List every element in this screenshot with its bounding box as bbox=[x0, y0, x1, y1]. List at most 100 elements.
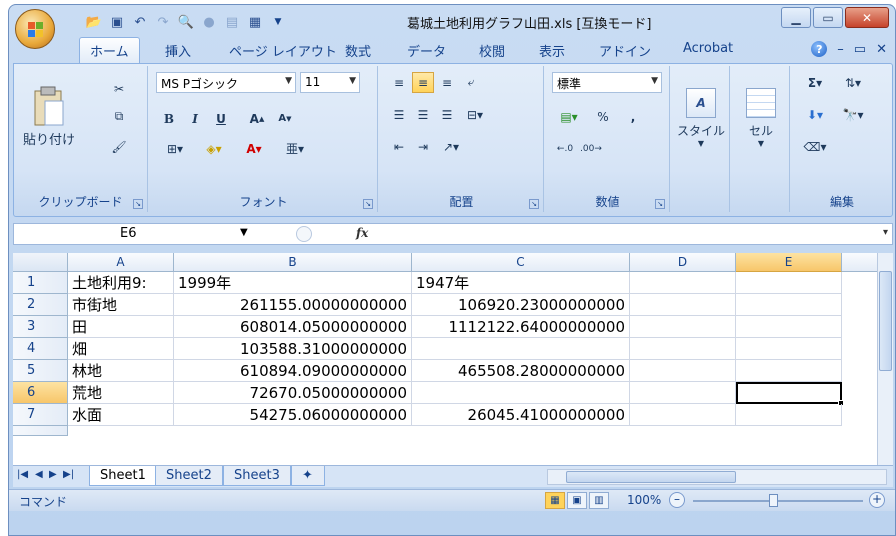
cell-c1[interactable]: 1947年 bbox=[412, 272, 630, 294]
row-header[interactable]: 6 bbox=[13, 382, 68, 404]
ribbon-restore-icon[interactable]: ▭ bbox=[854, 42, 866, 57]
zoom-slider-knob[interactable] bbox=[769, 494, 778, 507]
page-layout-view-icon[interactable]: ▣ bbox=[567, 492, 587, 509]
cell-c4[interactable] bbox=[412, 338, 630, 360]
open-folder-icon[interactable]: 📂 bbox=[85, 13, 103, 31]
cell-e3[interactable] bbox=[736, 316, 842, 338]
column-header-b[interactable]: B bbox=[174, 253, 412, 272]
cell-a3[interactable]: 田 bbox=[68, 316, 174, 338]
increase-decimal-icon[interactable]: ←.0 bbox=[554, 138, 576, 159]
cell-b5[interactable]: 610894.09000000000 bbox=[174, 360, 412, 382]
cell-b4[interactable]: 103588.31000000000 bbox=[174, 338, 412, 360]
tab-home[interactable]: ホーム bbox=[79, 37, 140, 63]
tab-formulas[interactable]: 数式 bbox=[345, 41, 371, 60]
tab-insert[interactable]: 挿入 bbox=[165, 41, 191, 60]
tab-data[interactable]: データ bbox=[407, 41, 446, 60]
cell-e2[interactable] bbox=[736, 294, 842, 316]
cell-d7[interactable] bbox=[630, 404, 736, 426]
minimize-button[interactable]: ▁ bbox=[781, 7, 811, 28]
formula-input[interactable] bbox=[384, 225, 864, 243]
column-header-d[interactable]: D bbox=[630, 253, 736, 272]
page-break-view-icon[interactable]: ▥ bbox=[589, 492, 609, 509]
font-name-select[interactable]: MS Pゴシック ▼ bbox=[156, 72, 296, 93]
align-middle-icon[interactable]: ≡ bbox=[412, 72, 434, 93]
record-icon[interactable]: ● bbox=[200, 13, 218, 31]
insert-sheet-icon[interactable]: ✦ bbox=[291, 466, 325, 486]
alignment-launcher-icon[interactable]: ↘ bbox=[529, 199, 539, 209]
print-icon[interactable]: ▤ bbox=[223, 13, 241, 31]
horizontal-scroll-thumb[interactable] bbox=[566, 471, 736, 483]
fill-color-icon[interactable]: ◈▾ bbox=[196, 138, 232, 159]
decrease-font-icon[interactable]: A ▼ bbox=[274, 108, 296, 129]
expand-formula-icon[interactable]: ▾ bbox=[883, 227, 888, 238]
undo-icon[interactable]: ↶ bbox=[131, 13, 149, 31]
align-bottom-icon[interactable]: ≡ bbox=[436, 72, 458, 93]
cell-b3[interactable]: 608014.05000000000 bbox=[174, 316, 412, 338]
sort-filter-icon[interactable]: ⇅▾ bbox=[836, 72, 870, 93]
row-header[interactable]: 5 bbox=[13, 360, 68, 382]
first-sheet-icon[interactable]: |◀ bbox=[17, 469, 28, 480]
paste-button[interactable]: 貼り付け bbox=[20, 70, 78, 162]
sheet-tab-1[interactable]: Sheet1 bbox=[89, 466, 157, 486]
tab-view[interactable]: 表示 bbox=[539, 41, 565, 60]
clear-icon[interactable]: ⌫▾ bbox=[798, 136, 832, 157]
cells-button[interactable]: セル ▼ bbox=[734, 72, 788, 164]
copy-icon[interactable]: ⧉ bbox=[108, 106, 130, 127]
row-header[interactable]: 1 bbox=[13, 272, 68, 294]
cell-d1[interactable] bbox=[630, 272, 736, 294]
cell-b2[interactable]: 261155.00000000000 bbox=[174, 294, 412, 316]
cell-b1[interactable]: 1999年 bbox=[174, 272, 412, 294]
cell-a6[interactable]: 荒地 bbox=[68, 382, 174, 404]
vertical-scroll-thumb[interactable] bbox=[879, 271, 892, 371]
format-painter-icon[interactable]: 🖌 bbox=[108, 136, 130, 157]
zoom-slider[interactable] bbox=[693, 500, 863, 502]
font-size-select[interactable]: 11 ▼ bbox=[300, 72, 360, 93]
align-right-icon[interactable]: ☰ bbox=[436, 104, 458, 125]
accounting-format-icon[interactable]: ▤▾ bbox=[554, 106, 584, 127]
bold-button[interactable]: B bbox=[158, 108, 180, 129]
prev-sheet-icon[interactable]: ◀ bbox=[35, 469, 43, 480]
row-header[interactable]: 3 bbox=[13, 316, 68, 338]
zoom-out-icon[interactable]: – bbox=[669, 492, 685, 508]
cell-d5[interactable] bbox=[630, 360, 736, 382]
ribbon-minimize-icon[interactable]: – bbox=[837, 42, 844, 57]
decrease-decimal-icon[interactable]: .00→ bbox=[580, 138, 602, 159]
cell-d2[interactable] bbox=[630, 294, 736, 316]
cell-e4[interactable] bbox=[736, 338, 842, 360]
clipboard-launcher-icon[interactable]: ↘ bbox=[133, 199, 143, 209]
cell-e1[interactable] bbox=[736, 272, 842, 294]
normal-view-icon[interactable]: ▦ bbox=[545, 492, 565, 509]
cell-a1[interactable]: 土地利用9: bbox=[68, 272, 174, 294]
save-icon[interactable]: ▣ bbox=[108, 13, 126, 31]
zoom-in-icon[interactable]: + bbox=[869, 492, 885, 508]
row-header[interactable]: 7 bbox=[13, 404, 68, 426]
row-header[interactable]: 4 bbox=[13, 338, 68, 360]
last-sheet-icon[interactable]: ▶| bbox=[63, 469, 74, 480]
cell-c5[interactable]: 465508.28000000000 bbox=[412, 360, 630, 382]
cell-a2[interactable]: 市街地 bbox=[68, 294, 174, 316]
comma-style-button[interactable]: , bbox=[622, 106, 644, 127]
tab-addins[interactable]: アドイン bbox=[599, 41, 651, 60]
horizontal-scrollbar[interactable] bbox=[547, 469, 887, 485]
border-icon[interactable]: ⊞▾ bbox=[158, 138, 192, 159]
next-sheet-icon[interactable]: ▶ bbox=[49, 469, 57, 480]
cell-d6[interactable] bbox=[630, 382, 736, 404]
wrap-text-icon[interactable]: ⤶ bbox=[460, 72, 482, 93]
layout-icon[interactable]: ▦ bbox=[246, 13, 264, 31]
font-color-icon[interactable]: A▾ bbox=[236, 138, 272, 159]
increase-font-icon[interactable]: A ▲ bbox=[246, 108, 268, 129]
insert-function-icon[interactable]: fx bbox=[356, 226, 368, 240]
cell-d3[interactable] bbox=[630, 316, 736, 338]
underline-button[interactable]: U bbox=[210, 108, 232, 129]
cell-c3[interactable]: 1112122.64000000000 bbox=[412, 316, 630, 338]
row-header-partial[interactable] bbox=[13, 426, 68, 436]
percent-style-button[interactable]: % bbox=[592, 106, 614, 127]
sheet-tab-3[interactable]: Sheet3 bbox=[223, 466, 291, 486]
number-format-select[interactable]: 標準 ▼ bbox=[552, 72, 662, 93]
cut-icon[interactable]: ✂ bbox=[108, 78, 130, 99]
cell-b7[interactable]: 54275.06000000000 bbox=[174, 404, 412, 426]
cell-a5[interactable]: 林地 bbox=[68, 360, 174, 382]
column-header-f[interactable] bbox=[842, 253, 882, 272]
cell-b6[interactable]: 72670.05000000000 bbox=[174, 382, 412, 404]
cell-c7[interactable]: 26045.41000000000 bbox=[412, 404, 630, 426]
